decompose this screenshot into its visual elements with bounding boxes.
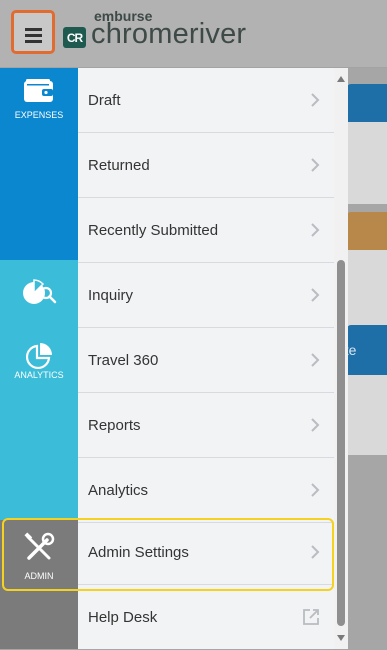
chevron-right-icon xyxy=(311,288,320,302)
menu-item-label: Analytics xyxy=(88,481,149,499)
sidebar-section-analytics[interactable]: ANALYTICS xyxy=(0,260,78,520)
menu-item-draft[interactable]: Draft xyxy=(78,68,334,133)
menu-item-analytics[interactable]: Analytics xyxy=(78,458,334,523)
menu-item-reports[interactable]: Reports xyxy=(78,393,334,458)
menu-item-recently-submitted[interactable]: Recently Submitted xyxy=(78,198,334,263)
chevron-right-icon xyxy=(311,418,320,432)
menu-item-label: Reports xyxy=(88,416,141,434)
chevron-right-icon xyxy=(311,223,320,237)
menu-item-travel-360[interactable]: Travel 360 xyxy=(78,328,334,393)
sidebar-section-expenses[interactable]: EXPENSES xyxy=(0,68,78,260)
background-card xyxy=(347,212,387,332)
scrollbar-thumb[interactable] xyxy=(337,260,345,626)
module-sidebar: EXPENSES ANALYTICS ADMIN xyxy=(0,68,78,649)
chevron-right-icon xyxy=(311,353,320,367)
background-card: ate xyxy=(337,325,387,455)
menu-item-label: Help Desk xyxy=(88,609,158,626)
app-header: CR emburse chromeriver xyxy=(0,0,387,68)
tools-icon xyxy=(24,532,55,560)
chevron-right-icon xyxy=(311,483,320,497)
wallet-icon xyxy=(24,79,53,102)
scroll-down-arrow-icon[interactable] xyxy=(337,635,345,641)
sidebar-label-expenses: EXPENSES xyxy=(14,110,64,120)
navigation-menu: Draft Returned Recently Submitted Inquir… xyxy=(78,68,334,649)
brand-name: chromeriver xyxy=(91,18,247,50)
menu-item-help-desk[interactable]: Help Desk xyxy=(78,585,334,650)
chromeriver-logo-icon: CR xyxy=(63,27,86,48)
hamburger-menu-button[interactable] xyxy=(11,10,55,54)
menu-item-returned[interactable]: Returned xyxy=(78,133,334,198)
hamburger-menu-icon xyxy=(25,28,42,31)
hamburger-bar xyxy=(25,40,42,43)
external-link-icon xyxy=(303,609,319,625)
chevron-right-icon xyxy=(311,545,320,559)
menu-item-admin-settings[interactable]: Admin Settings xyxy=(78,520,334,585)
chevron-right-icon xyxy=(311,158,320,172)
menu-item-label: Recently Submitted xyxy=(88,221,219,239)
hamburger-bar xyxy=(25,34,42,37)
menu-item-label: Admin Settings xyxy=(88,543,189,561)
chevron-right-icon xyxy=(311,93,320,107)
scroll-up-arrow-icon[interactable] xyxy=(337,76,345,82)
menu-item-inquiry[interactable]: Inquiry xyxy=(78,263,334,328)
menu-item-label: Draft xyxy=(88,91,121,109)
sidebar-label-analytics: ANALYTICS xyxy=(14,370,64,380)
inquiry-magnifier-icon xyxy=(23,279,57,304)
menu-item-label: Inquiry xyxy=(88,286,134,304)
sidebar-label-admin: ADMIN xyxy=(24,571,54,581)
background-card xyxy=(347,84,387,204)
menu-scrollbar[interactable] xyxy=(334,68,348,649)
menu-item-label: Returned xyxy=(88,156,150,174)
pie-chart-icon xyxy=(25,343,52,370)
menu-item-label: Travel 360 xyxy=(88,351,159,369)
sidebar-section-admin[interactable]: ADMIN xyxy=(0,520,78,649)
